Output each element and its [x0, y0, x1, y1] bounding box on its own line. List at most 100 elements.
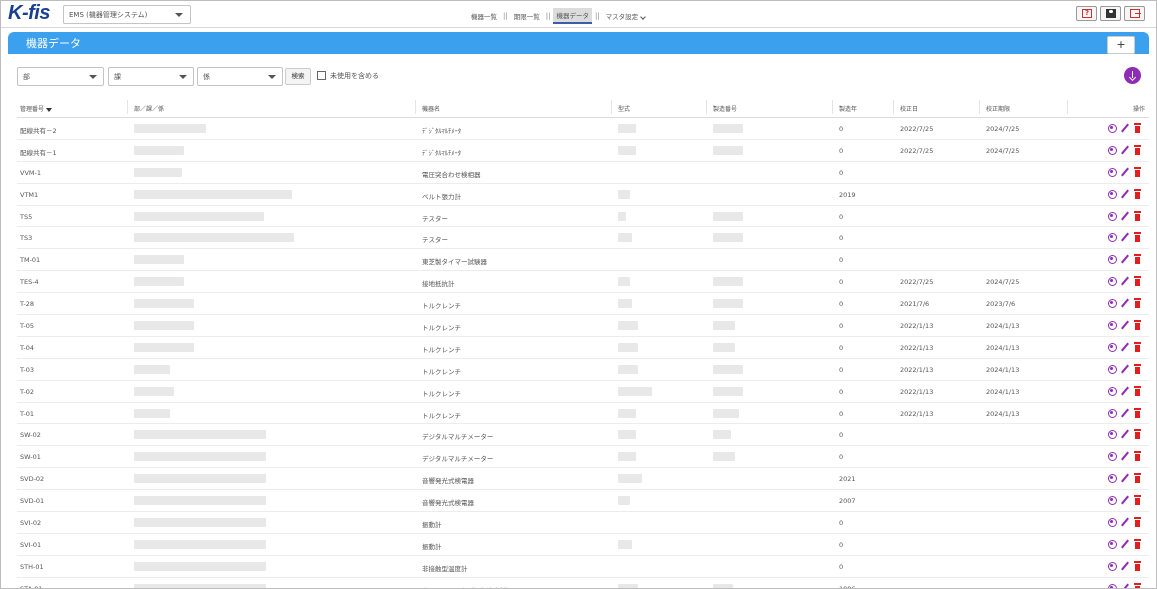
filter-bu-select[interactable]: 部 [17, 67, 104, 86]
nav-master-settings[interactable]: マスタ設定 [603, 9, 649, 23]
pin-icon[interactable] [1107, 495, 1117, 506]
trash-icon[interactable] [1133, 298, 1142, 309]
table-row[interactable]: STA-01 タコハイテスタ（回転速度計） 1986 [17, 578, 1149, 588]
edit-icon[interactable] [1120, 539, 1129, 549]
trash-icon[interactable] [1133, 517, 1142, 528]
nav-equipment-list[interactable]: 機器一覧 [468, 9, 500, 23]
edit-icon[interactable] [1120, 342, 1129, 352]
col-cal-header[interactable]: 校正日 [900, 104, 918, 113]
pin-icon[interactable] [1107, 320, 1117, 331]
pin-icon[interactable] [1107, 342, 1117, 352]
add-button[interactable]: + [1107, 36, 1135, 54]
table-row[interactable]: VTM1 ベルト張力計 2019 [17, 184, 1149, 206]
table-row[interactable]: SW-01 デジタルマルチメーター 0 [17, 446, 1149, 469]
trash-icon[interactable] [1133, 232, 1142, 243]
edit-icon[interactable] [1120, 386, 1129, 396]
trash-icon[interactable] [1133, 123, 1142, 133]
table-row[interactable]: VVM-1 電圧突合わせ検相器 0 [17, 162, 1149, 184]
trash-icon[interactable] [1133, 320, 1142, 331]
trash-icon[interactable] [1133, 582, 1142, 588]
trash-icon[interactable] [1133, 473, 1142, 484]
trash-icon[interactable] [1133, 451, 1142, 462]
system-select[interactable]: EMS (機器管理システム) [63, 5, 191, 24]
table-row[interactable]: T-05 トルクレンチ 0 2022/1/13 2024/1/13 [17, 315, 1149, 337]
table-row[interactable]: TM-01 東芝製タイマー試験器 0 [17, 249, 1149, 272]
table-row[interactable]: SW-02 デジタルマルチメーター 0 [17, 424, 1149, 447]
table-row[interactable]: T-03 トルクレンチ 0 2022/1/13 2024/1/13 [17, 359, 1149, 381]
table-row[interactable]: T-04 トルクレンチ 0 2022/1/13 2024/1/13 [17, 337, 1149, 359]
pin-icon[interactable] [1107, 583, 1117, 588]
edit-icon[interactable] [1120, 189, 1129, 199]
pin-icon[interactable] [1107, 145, 1117, 155]
trash-icon[interactable] [1133, 144, 1142, 155]
edit-icon[interactable] [1120, 232, 1129, 242]
table-row[interactable]: SVI-02 振動計 0 [17, 512, 1149, 534]
edit-icon[interactable] [1120, 429, 1129, 439]
pin-icon[interactable] [1107, 561, 1117, 571]
trash-icon[interactable] [1133, 210, 1142, 221]
trash-icon[interactable] [1133, 495, 1142, 506]
col-model-header[interactable]: 型式 [618, 104, 630, 113]
nav-deadline-list[interactable]: 期限一覧 [511, 9, 543, 23]
edit-icon[interactable] [1120, 495, 1129, 505]
edit-icon[interactable] [1120, 583, 1129, 588]
edit-icon[interactable] [1120, 364, 1129, 374]
logout-button[interactable] [1124, 6, 1145, 21]
pin-icon[interactable] [1107, 211, 1117, 221]
trash-icon[interactable] [1133, 429, 1142, 440]
edit-icon[interactable] [1120, 145, 1129, 155]
table-row[interactable]: SVD-01 音響発光式検電器 2007 [17, 490, 1149, 513]
pin-icon[interactable] [1107, 189, 1117, 199]
edit-icon[interactable] [1120, 254, 1129, 264]
pin-icon[interactable] [1107, 254, 1117, 265]
table-row[interactable]: T-01 トルクレンチ 0 2022/1/13 2024/1/13 [17, 403, 1149, 425]
filter-ka-select[interactable]: 課 [108, 67, 194, 86]
table-row[interactable]: T-28 トルクレンチ 0 2021/7/6 2023/7/6 [17, 293, 1149, 316]
table-row[interactable]: 配線共有－2 ﾃﾞｼﾞﾀﾙﾏﾙﾁﾒｰﾀ 0 2022/7/25 2024/7/25 [17, 118, 1149, 140]
col-name-header[interactable]: 機器名 [422, 104, 440, 113]
edit-icon[interactable] [1120, 473, 1129, 483]
table-row[interactable]: SVI-01 振動計 0 [17, 534, 1149, 556]
table-row[interactable]: 配線共有－1 ﾃﾞｼﾞﾀﾙﾏﾙﾁﾒｰﾀ 0 2022/7/25 2024/7/25 [17, 140, 1149, 162]
trash-icon[interactable] [1133, 188, 1142, 199]
pin-icon[interactable] [1107, 232, 1117, 243]
pin-icon[interactable] [1107, 298, 1117, 309]
trash-icon[interactable] [1133, 254, 1142, 265]
edit-icon[interactable] [1120, 298, 1129, 308]
pin-icon[interactable] [1107, 429, 1117, 440]
table-row[interactable]: SVD-02 音響発光式検電器 2021 [17, 468, 1149, 491]
edit-icon[interactable] [1120, 517, 1129, 527]
pin-icon[interactable] [1107, 539, 1117, 549]
pin-icon[interactable] [1107, 167, 1117, 177]
pin-icon[interactable] [1107, 408, 1117, 418]
edit-icon[interactable] [1120, 451, 1129, 461]
help-button[interactable]: ? [1076, 6, 1097, 21]
pin-icon[interactable] [1107, 386, 1117, 396]
table-row[interactable]: TES-4 接地抵抗計 0 2022/7/25 2024/7/25 [17, 271, 1149, 294]
edit-icon[interactable] [1120, 211, 1129, 221]
edit-icon[interactable] [1120, 561, 1129, 571]
trash-icon[interactable] [1133, 407, 1142, 418]
pin-icon[interactable] [1107, 276, 1117, 287]
table-row[interactable]: STH-01 非接触型温度計 0 [17, 556, 1149, 578]
table-row[interactable]: T-02 トルクレンチ 0 2022/1/13 2024/1/13 [17, 381, 1149, 403]
col-year-header[interactable]: 製造年 [839, 104, 857, 113]
trash-icon[interactable] [1133, 363, 1142, 374]
pin-icon[interactable] [1107, 473, 1117, 484]
col-due-header[interactable]: 校正期限 [986, 104, 1010, 113]
trash-icon[interactable] [1133, 385, 1142, 396]
table-row[interactable]: TS5 テスター 0 [17, 206, 1149, 228]
edit-icon[interactable] [1120, 408, 1129, 418]
trash-icon[interactable] [1133, 166, 1142, 177]
trash-icon[interactable] [1133, 560, 1142, 571]
pin-icon[interactable] [1107, 364, 1117, 374]
edit-icon[interactable] [1120, 123, 1129, 133]
nav-equipment-data[interactable]: 機器データ [553, 8, 592, 24]
user-button[interactable] [1100, 6, 1121, 21]
download-button[interactable] [1124, 67, 1141, 84]
edit-icon[interactable] [1120, 276, 1129, 286]
col-serial-header[interactable]: 製造番号 [713, 104, 737, 113]
search-button[interactable]: 検索 [285, 68, 311, 85]
pin-icon[interactable] [1107, 517, 1117, 528]
col-kanri-header[interactable]: 管理番号 [20, 104, 53, 113]
